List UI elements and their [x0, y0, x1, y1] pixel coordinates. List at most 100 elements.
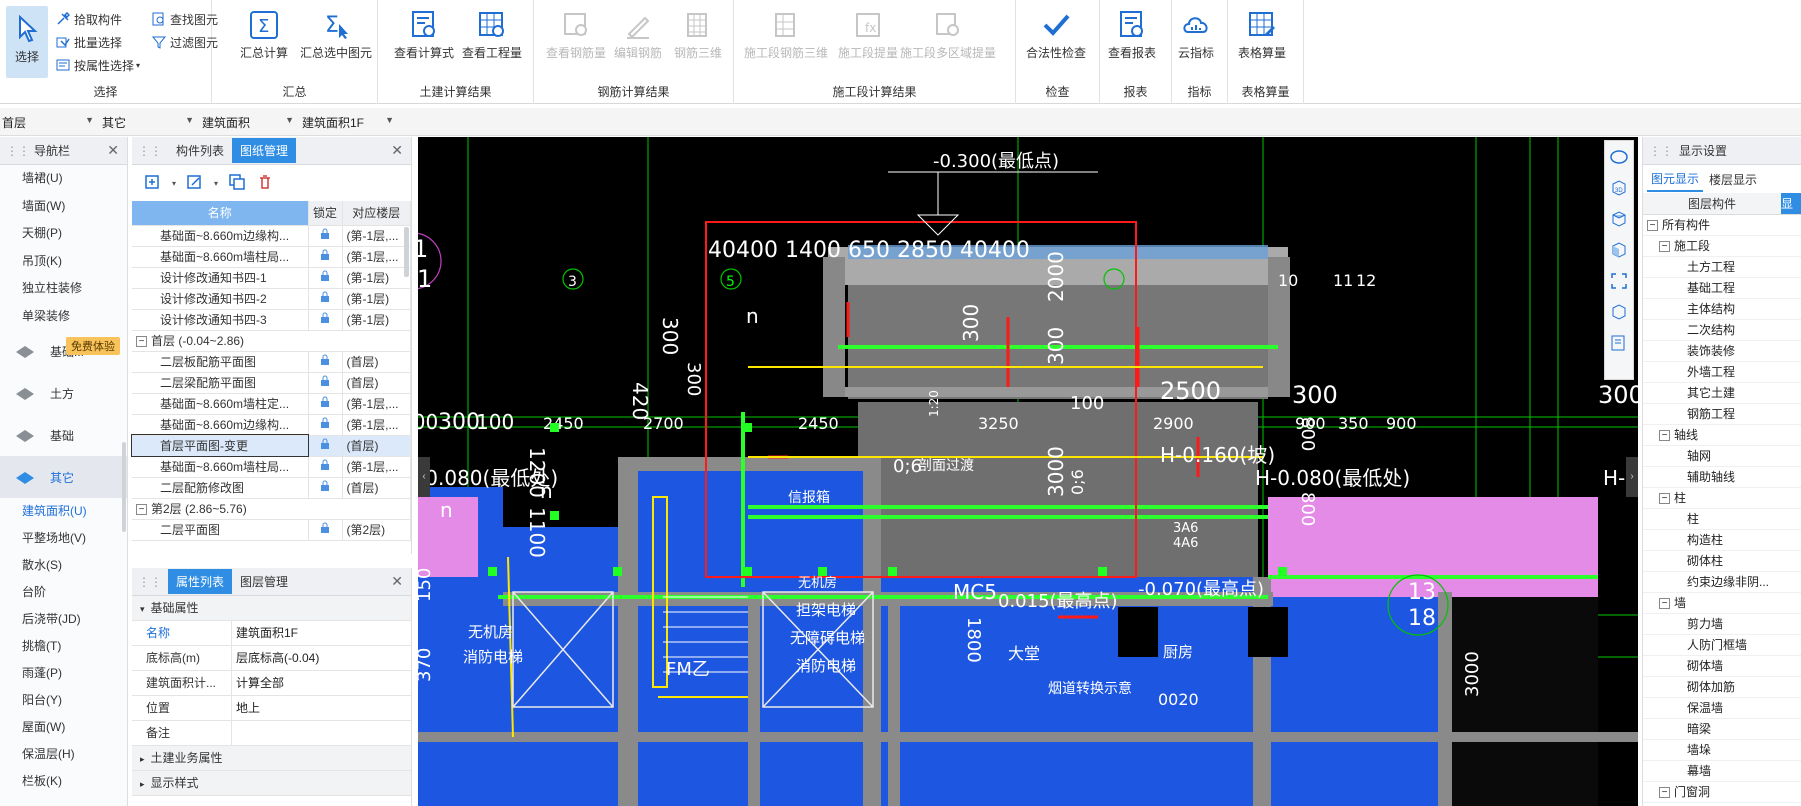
property-value[interactable] [232, 721, 411, 745]
pick-component-button[interactable]: 拾取构件 [56, 8, 122, 30]
fit-view-icon[interactable] [1609, 271, 1629, 294]
tree-item[interactable]: − 门窗洞 [1643, 782, 1801, 803]
tree-item[interactable]: − 墙 [1643, 593, 1801, 614]
collapse-icon[interactable]: − [136, 336, 147, 348]
tab-element-display[interactable]: 图元显示 [1647, 167, 1704, 192]
tree-item[interactable]: 砌体柱 [1643, 551, 1801, 572]
table-row[interactable]: 基础面~8.660m边缘构... (第-1层,... [132, 414, 411, 436]
collapse-icon[interactable]: − [1647, 220, 1658, 232]
view-report-button[interactable]: 查看报表 [1108, 6, 1156, 61]
property-value[interactable]: 层底标高(-0.04) [232, 646, 411, 670]
nav-sub-item[interactable]: 台阶 [0, 579, 127, 606]
component-type-select[interactable]: 建筑面积 ▼ [200, 111, 298, 133]
tree-item[interactable]: − 柱 [1643, 488, 1801, 509]
promo-badge[interactable]: 免费体验 [66, 337, 120, 355]
nav-sub-item[interactable]: 栏板(K) [0, 768, 127, 795]
component-select[interactable]: 建筑面积1F ▼ [300, 111, 398, 133]
lock-icon[interactable] [319, 480, 331, 495]
summary-selected-button[interactable]: Σ 汇总选中图元 [300, 6, 372, 61]
floor-select[interactable]: 首层 ▼ [0, 111, 98, 133]
filter-element-button[interactable]: 过滤图元 [152, 31, 218, 53]
lock-icon[interactable] [319, 270, 331, 285]
nav-sub-item[interactable]: 雨蓬(P) [0, 660, 127, 687]
nav-category[interactable]: 其它 [0, 456, 127, 498]
table-row[interactable]: 设计修改通知书四-1 (第-1层) [132, 267, 411, 289]
nav-sub-item[interactable]: 后浇带(JD) [0, 606, 127, 633]
tree-item[interactable]: − 所有构件 [1643, 215, 1801, 236]
nav-sub-item[interactable]: 屋面(W) [0, 714, 127, 741]
table-row[interactable]: 基础面~8.660m墙柱定... (第-1层,... [132, 393, 411, 415]
group-row[interactable]: − 第2层 (2.86~5.76) [132, 498, 411, 520]
property-value[interactable]: 计算全部 [232, 671, 411, 695]
collapse-icon[interactable]: − [1659, 493, 1670, 505]
tab-floor-display[interactable]: 楼层显示 [1703, 168, 1763, 191]
nav-sub-item[interactable]: 散水(S) [0, 552, 127, 579]
table-row[interactable]: 首层平面图-变更 (首层) [131, 434, 411, 457]
tree-item[interactable]: 保温墙 [1643, 698, 1801, 719]
add-drawing-icon[interactable] [144, 173, 162, 194]
tab-properties[interactable]: 属性列表 [168, 569, 233, 594]
table-row[interactable]: 基础面~8.660m墙柱局... (第-1层,... [132, 456, 411, 478]
tree-item[interactable]: 砌体加筋 [1643, 677, 1801, 698]
nav-item[interactable]: 墙面(W) [0, 193, 127, 221]
nav-sub-item[interactable]: 保温层(H) [0, 741, 127, 768]
cube-front-icon[interactable] [1609, 240, 1629, 263]
tab-component-list[interactable]: 构件列表 [168, 138, 232, 163]
close-icon[interactable]: ✕ [107, 142, 119, 159]
section-civil-properties[interactable]: ▸ 土建业务属性 [132, 746, 411, 771]
nav-item[interactable]: 独立柱装修 [0, 275, 127, 303]
table-scrollbar[interactable] [404, 227, 409, 277]
tree-item[interactable]: 基础工程 [1643, 278, 1801, 299]
drag-handle-icon[interactable]: ⋮⋮ [6, 144, 30, 158]
drag-handle-icon[interactable]: ⋮⋮ [1649, 144, 1673, 158]
attribute-select-button[interactable]: 按属性选择 ▾ [56, 54, 140, 76]
tree-item[interactable]: 约束边缘非阴... [1643, 572, 1801, 593]
lock-icon[interactable] [319, 459, 331, 474]
tree-item[interactable]: 剪力墙 [1643, 614, 1801, 635]
find-element-button[interactable]: 查找图元 [152, 8, 218, 30]
tree-item[interactable]: 其它土建 [1643, 383, 1801, 404]
tree-item[interactable]: 构造柱 [1643, 530, 1801, 551]
tree-item[interactable]: 主体结构 [1643, 299, 1801, 320]
collapse-icon[interactable]: − [1659, 787, 1670, 799]
group-row[interactable]: − 首层 (-0.04~2.86) [132, 330, 411, 352]
property-value[interactable]: 建筑面积1F [232, 621, 411, 645]
table-row[interactable]: 二层配筋修改图 (首层) [132, 477, 411, 499]
tree-item[interactable]: 土方工程 [1643, 257, 1801, 278]
nav-item[interactable]: 单梁装修 [0, 303, 127, 331]
table-row[interactable]: 设计修改通知书四-2 (第-1层) [132, 288, 411, 310]
chevron-down-icon[interactable]: ▾ [172, 179, 176, 188]
section-basic-properties[interactable]: ▾ 基础属性 [132, 596, 411, 621]
nav-scrollbar[interactable] [122, 442, 126, 532]
cad-canvas[interactable]: -0.300(最低点) 40400 1400 650 2850 40400 1 … [418, 137, 1638, 806]
tree-item[interactable]: 柱 [1643, 509, 1801, 530]
nav-item[interactable]: 墙裙(U) [0, 165, 127, 193]
lock-icon[interactable] [319, 312, 331, 327]
cube-top-icon[interactable] [1609, 209, 1629, 232]
delete-drawing-icon[interactable] [256, 173, 274, 194]
box-view-icon[interactable] [1609, 302, 1629, 325]
lock-icon[interactable] [319, 291, 331, 306]
nav-sub-item[interactable]: 挑檐(T) [0, 633, 127, 660]
copy-drawing-icon[interactable] [228, 173, 246, 194]
seg-rebar-3d-button[interactable]: 施工段钢筋三维 [744, 6, 828, 61]
batch-select-button[interactable]: 批量选择 [56, 31, 122, 53]
lock-icon[interactable] [319, 417, 331, 432]
collapse-icon[interactable]: − [1659, 241, 1670, 253]
tree-item[interactable]: 人防门框墙 [1643, 635, 1801, 656]
view-rebar-quantity-button[interactable]: 查看钢筋量 [546, 6, 606, 61]
legality-check-button[interactable]: 合法性检查 [1026, 6, 1086, 61]
table-row[interactable]: 二层板配筋平面图 (首层) [132, 351, 411, 373]
category-select[interactable]: 其它 ▼ [100, 111, 198, 133]
close-icon[interactable]: ✕ [391, 573, 403, 590]
chevron-down-icon[interactable]: ▾ [214, 179, 218, 188]
select-button[interactable]: 选择 [6, 6, 48, 78]
drag-handle-icon[interactable]: ⋮⋮ [138, 144, 162, 158]
tab-layer-manager[interactable]: 图层管理 [232, 569, 296, 594]
view-quantity-button[interactable]: 查看工程量 [462, 6, 522, 61]
tree-item[interactable]: 辅助轴线 [1643, 467, 1801, 488]
tree-item[interactable]: 墙垛 [1643, 740, 1801, 761]
section-display-style[interactable]: ▸ 显示样式 [132, 771, 411, 796]
scroll-left-arrow[interactable]: ‹ [418, 457, 430, 497]
edit-rebar-button[interactable]: 编辑钢筋 [614, 6, 662, 61]
